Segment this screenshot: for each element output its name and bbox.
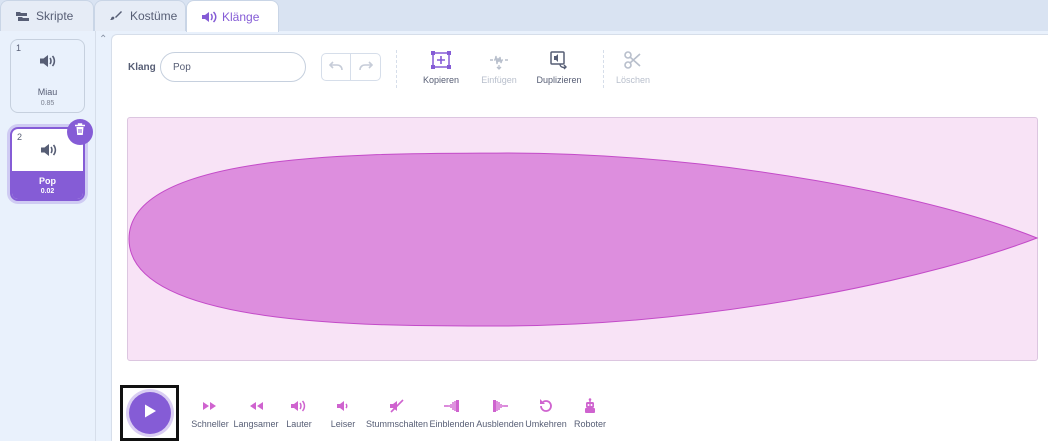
fade-out-icon [491, 399, 509, 415]
tab-costumes[interactable]: Kostüme [94, 0, 186, 31]
delete-sound-button[interactable] [67, 119, 93, 145]
effect-label: Leiser [330, 419, 356, 429]
sound-index: 2 [17, 132, 23, 142]
sound-name: Pop [39, 176, 56, 186]
tool-label: Einfügen [481, 75, 517, 85]
waveform-shape [128, 152, 1039, 327]
speaker-icon [40, 143, 58, 162]
effect-label: Einblenden [429, 419, 475, 429]
effect-slower-button[interactable]: Langsamer [232, 398, 280, 429]
tab-scripts[interactable]: Skripte [0, 0, 94, 31]
sound-tile-miau[interactable]: 1 Miau 0.85 [10, 39, 85, 113]
trash-icon [74, 123, 86, 141]
effect-faster-button[interactable]: Schneller [188, 398, 232, 429]
effect-robot-button[interactable]: Roboter [570, 398, 610, 429]
paste-icon [488, 50, 510, 72]
fade-in-icon [443, 399, 461, 415]
scroll-up-icon[interactable]: ⌃ [99, 34, 107, 45]
effect-label: Umkehren [525, 419, 567, 429]
undo-button[interactable] [322, 54, 352, 80]
paste-button[interactable]: Einfügen [469, 50, 529, 85]
effect-fade-in-button[interactable]: Einblenden [429, 398, 475, 429]
robot-icon [583, 398, 597, 416]
tab-bar: Skripte Kostüme Klänge [0, 0, 1048, 32]
sound-name-input[interactable] [160, 52, 306, 82]
tab-label: Klänge [222, 9, 260, 24]
sound-name-label: Klang [128, 62, 156, 73]
play-button-highlight [120, 385, 179, 441]
mute-icon [389, 399, 405, 415]
effect-louder-button[interactable]: Lauter [282, 398, 316, 429]
speaker-icon [39, 54, 57, 73]
effect-label: Schneller [191, 419, 229, 429]
effect-label: Ausblenden [476, 419, 524, 429]
effect-label: Langsamer [233, 419, 279, 429]
sound-duration: 0.02 [40, 188, 55, 195]
play-button[interactable] [129, 392, 171, 434]
sound-index: 1 [16, 43, 22, 53]
louder-icon [290, 400, 308, 414]
tab-label: Skripte [36, 9, 74, 23]
scissors-icon [623, 50, 643, 72]
effect-reverse-button[interactable]: Umkehren [524, 398, 568, 429]
effect-label: Lauter [286, 419, 312, 429]
effect-softer-button[interactable]: Leiser [326, 398, 360, 429]
effect-label: Roboter [573, 419, 607, 429]
slower-icon [248, 401, 264, 413]
tool-label: Kopieren [422, 75, 460, 85]
tab-label: Kostüme [130, 9, 178, 23]
speaker-icon [201, 10, 217, 23]
delete-button[interactable]: Löschen [603, 50, 663, 85]
waveform-area[interactable] [127, 117, 1039, 361]
softer-icon [336, 400, 350, 414]
faster-icon [202, 401, 218, 413]
tool-label: Duplizieren [536, 75, 582, 85]
duplicate-icon [548, 50, 570, 72]
undo-redo-group [321, 53, 381, 81]
sound-name: Miau [37, 87, 58, 97]
redo-icon [358, 58, 373, 76]
copy-icon [430, 50, 452, 72]
redo-button[interactable] [351, 54, 380, 80]
effect-label: Stummschalten [365, 419, 429, 429]
copy-button[interactable]: Kopieren [411, 50, 471, 85]
effect-mute-button[interactable]: Stummschalten [365, 398, 429, 429]
reverse-icon [538, 398, 554, 416]
paintbrush-icon [109, 10, 123, 22]
toolbar-divider [396, 50, 397, 88]
effect-fade-out-button[interactable]: Ausblenden [475, 398, 525, 429]
duplicate-button[interactable]: Duplizieren [529, 50, 589, 85]
tab-sounds[interactable]: Klänge [186, 0, 279, 32]
code-blocks-icon [15, 10, 29, 22]
undo-icon [328, 58, 343, 76]
play-icon [143, 403, 157, 424]
tool-label: Löschen [615, 75, 651, 85]
sound-editor-app: Skripte Kostüme Klänge ⌃ 1 Miau 0.85 2 P… [0, 0, 1048, 441]
waveform-graph [128, 152, 1039, 327]
sound-duration: 0.85 [40, 100, 55, 107]
